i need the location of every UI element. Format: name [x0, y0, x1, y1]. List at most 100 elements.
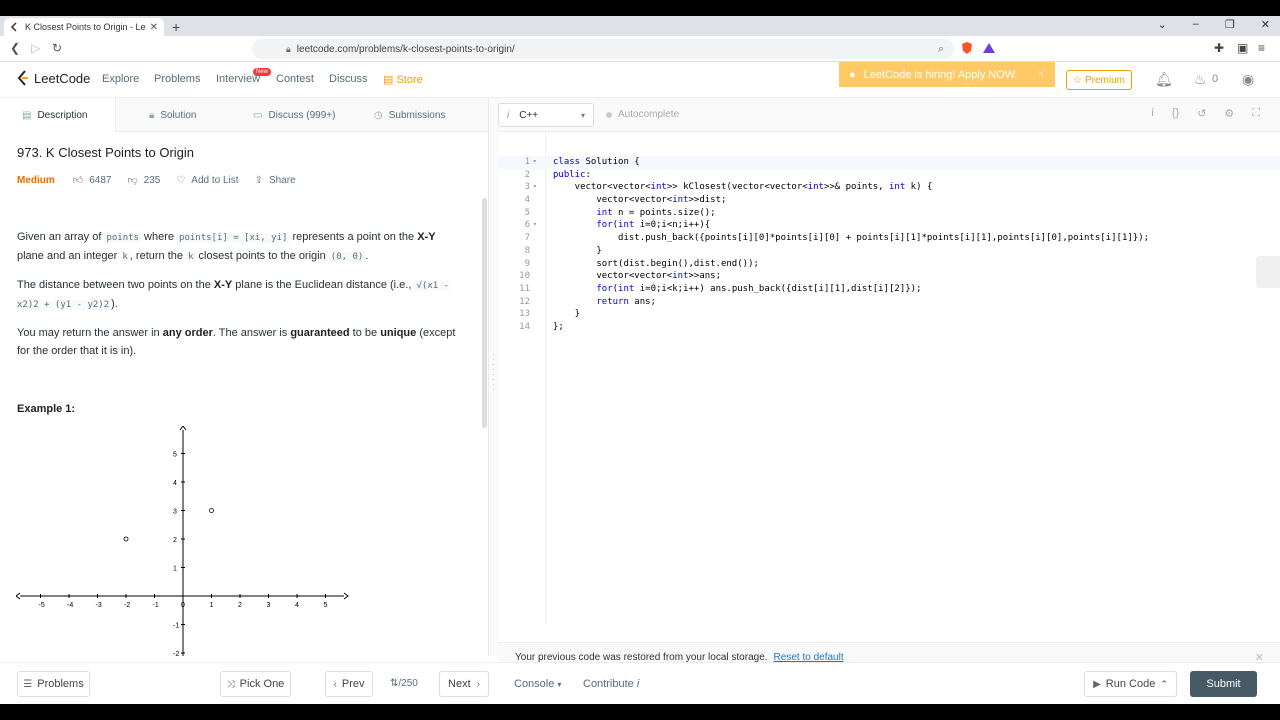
shuffle-icon: ⤨: [226, 678, 235, 690]
problem-pager[interactable]: ⇅/250: [390, 678, 418, 689]
new-badge: New: [253, 68, 272, 76]
braces-icon[interactable]: {}: [1172, 107, 1179, 120]
nav-contest[interactable]: Contest: [276, 73, 314, 85]
submit-button[interactable]: Submit: [1190, 671, 1257, 697]
drag-handle-icon[interactable]: · · · · · · · ·: [492, 351, 495, 394]
close-banner-icon[interactable]: ✕: [1037, 69, 1045, 80]
brave-rewards-icon[interactable]: [982, 41, 996, 55]
code-line[interactable]: 2 public:: [498, 169, 1280, 182]
close-window-icon[interactable]: ✕: [1261, 18, 1270, 31]
new-tab-icon[interactable]: +: [172, 19, 180, 35]
settings-icon[interactable]: ⚙: [1224, 107, 1234, 120]
code-line[interactable]: 9 sort(dist.begin(),dist.end());: [498, 258, 1280, 271]
avatar-icon[interactable]: ◉: [1242, 71, 1254, 88]
code-line[interactable]: 11 for(int i=0;i<k;i++) ans.push_back({d…: [498, 283, 1280, 296]
x-tick-label: 2: [238, 602, 242, 609]
hiring-banner[interactable]: ● LeetCode is hiring! Apply NOW. ✕: [839, 62, 1055, 87]
share-button[interactable]: ⇪ Share: [255, 175, 296, 186]
code-text: for(int i=0;i<k;i++) ans.push_back({dist…: [596, 283, 922, 294]
code-line[interactable]: 7 dist.push_back({points[i][0]*points[i]…: [498, 232, 1280, 245]
side-feedback-icon[interactable]: [1256, 256, 1280, 288]
tab-submissions[interactable]: ◷ Submissions: [374, 98, 445, 132]
nav-discuss[interactable]: Discuss: [329, 73, 368, 85]
run-code-button[interactable]: ▶ Run Code ⌃: [1084, 671, 1177, 697]
fold-arrow-icon[interactable]: ▾: [533, 219, 537, 232]
x-arrow-left-icon: [16, 592, 21, 600]
forward-icon[interactable]: ▷: [31, 41, 40, 55]
code-line[interactable]: 14};: [498, 321, 1280, 334]
prev-button[interactable]: ‹ Prev: [325, 671, 373, 697]
zoom-icon[interactable]: ⌕: [938, 43, 944, 56]
code-line[interactable]: 8 }: [498, 245, 1280, 258]
brave-shield-icon[interactable]: [960, 41, 974, 55]
code-text: vector<vector<int>>ans;: [553, 271, 721, 282]
tab-solution[interactable]: 🔒︎ Solution: [149, 98, 196, 132]
example-plot: -5 -4 -3 -2 -1 0 1 2 3 4 5 5 4 3 2 1 -1 -2: [16, 426, 349, 656]
code-line[interactable]: 5 int n = points.size();: [498, 207, 1280, 220]
tab-strip: K Closest Points to Origin - LeetC ✕ + ⌄…: [0, 16, 1280, 36]
code-text: sort(dist.begin(),dist.end());: [553, 258, 759, 269]
code-line[interactable]: 12 return ans;: [498, 296, 1280, 309]
fold-arrow-icon[interactable]: ▾: [533, 181, 537, 194]
description-paragraph-1: Given an array of points where points[i]…: [17, 231, 436, 262]
nav-store[interactable]: ▤ Store: [383, 73, 423, 86]
info-icon: i: [507, 109, 510, 121]
next-button[interactable]: Next ›: [439, 671, 489, 697]
document-icon: ▤: [22, 109, 32, 121]
left-tabs: ▤ Description 🔒︎ Solution ▭ Discuss (999+) …: [0, 98, 488, 132]
editor-toolbar: i C++ ▾ Autocomplete i {} ↺ ⚙ ⛶: [498, 98, 1280, 132]
code-line[interactable]: 10 vector<vector<int>>ans;: [498, 270, 1280, 283]
line-number: 1: [524, 157, 530, 167]
tab-discuss[interactable]: ▭ Discuss (999+): [253, 98, 335, 132]
x-tick-label: 1: [210, 602, 214, 609]
maximize-icon[interactable]: ❐: [1225, 18, 1235, 31]
nav-problems[interactable]: Problems: [154, 73, 200, 85]
y-arrow-icon: [179, 426, 187, 431]
code-text: int n = points.size();: [596, 207, 716, 218]
line-number: 4: [524, 195, 530, 206]
tab-search-icon[interactable]: ⌄: [1158, 18, 1167, 31]
close-tab-icon[interactable]: ✕: [150, 22, 158, 33]
add-to-list-button[interactable]: ♡ Add to List: [176, 175, 238, 186]
premium-button[interactable]: ☆ Premium: [1066, 70, 1132, 90]
reload-icon[interactable]: ↻: [52, 41, 62, 55]
code-line[interactable]: 13 }: [498, 308, 1280, 321]
fold-arrow-icon[interactable]: ▾: [533, 156, 537, 169]
wallet-icon[interactable]: ▣: [1237, 41, 1248, 55]
info-icon[interactable]: i: [1151, 107, 1153, 120]
fullscreen-icon[interactable]: ⛶: [1252, 107, 1260, 120]
like-button[interactable]: 👍︎ 6487: [72, 174, 112, 187]
x-tick-label: 0: [181, 602, 185, 609]
reset-icon[interactable]: ↺: [1197, 107, 1206, 120]
minimize-icon[interactable]: –: [1193, 18, 1199, 31]
thumbs-up-icon: 👍︎: [72, 175, 84, 186]
language-select[interactable]: i C++ ▾: [498, 103, 594, 127]
code-line[interactable]: 3 ▾ vector<vector<int>> kClosest(vector<v…: [498, 181, 1280, 194]
editor-panel: i C++ ▾ Autocomplete i {} ↺ ⚙ ⛶ 1 ▾ class …: [498, 98, 1280, 672]
code-line[interactable]: 1 ▾ class Solution {: [498, 156, 1280, 169]
leetcode-logo[interactable]: LeetCode: [16, 70, 90, 86]
browser-window: K Closest Points to Origin - LeetC ✕ + ⌄…: [0, 16, 1280, 704]
code-editor[interactable]: 1 ▾ class Solution {2 public: 3 ▾ vector<vect…: [498, 156, 1280, 334]
nav-explore[interactable]: Explore: [102, 73, 139, 85]
browser-tab[interactable]: K Closest Points to Origin - LeetC ✕: [4, 18, 164, 36]
code-line[interactable]: 4 vector<vector<int>>dist;: [498, 194, 1280, 207]
contribute-button[interactable]: Contribute i: [583, 678, 639, 690]
console-button[interactable]: Console ▾: [514, 678, 561, 690]
back-icon[interactable]: ❮: [10, 41, 20, 55]
extensions-icon[interactable]: ✚: [1214, 41, 1224, 55]
autocomplete-toggle[interactable]: Autocomplete: [606, 109, 679, 120]
streak-fire-icon[interactable]: ♨: [1194, 71, 1207, 88]
notification-bell-icon[interactable]: 🔔︎: [1155, 71, 1173, 88]
tab-description[interactable]: ▤ Description: [0, 98, 116, 132]
bottom-bar: ☰ Problems ⤨ Pick One ‹ Prev ⇅/250 Next › Co…: [0, 662, 1280, 704]
line-number: 6: [524, 220, 530, 231]
menu-icon[interactable]: ≡: [1258, 41, 1265, 55]
line-number: 12: [519, 296, 530, 307]
code-line[interactable]: 6 ▾ for(int i=0;i<n;i++){: [498, 219, 1280, 232]
problems-button[interactable]: ☰ Problems: [17, 671, 90, 697]
dislike-button[interactable]: 👎︎ 235: [127, 174, 160, 187]
pick-one-button[interactable]: ⤨ Pick One: [220, 671, 291, 697]
url-field[interactable]: 🔒︎ leetcode.com/problems/k-closest-point…: [252, 39, 954, 59]
description-scrollbar[interactable]: [482, 198, 487, 428]
